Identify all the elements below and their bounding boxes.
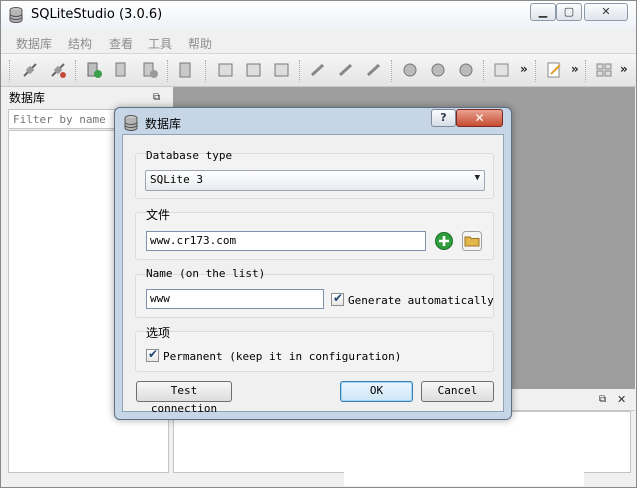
checkmark-icon: ✔ <box>148 347 159 361</box>
generate-automatically-checkbox[interactable]: ✔ <box>331 291 344 306</box>
toolbar-overflow-button[interactable]: » <box>620 62 628 76</box>
menu-structure[interactable]: 结构 <box>68 35 92 52</box>
tile-windows-icon[interactable] <box>595 61 613 79</box>
remove-db-icon[interactable] <box>141 61 159 79</box>
toolbar-separator <box>535 60 537 82</box>
database-type-label: Database type <box>146 149 233 162</box>
databases-dock-title: 数据库 <box>9 91 46 105</box>
edit-trigger-icon[interactable] <box>429 61 447 79</box>
toolbar-overflow-button[interactable]: » <box>571 62 579 76</box>
blank-overlay <box>344 426 584 486</box>
edit-db-icon[interactable] <box>113 61 131 79</box>
toolbar-separator <box>585 60 587 82</box>
permanent-checkbox[interactable]: ✔ <box>146 347 159 362</box>
add-db-icon[interactable] <box>85 61 103 79</box>
toolbar-separator <box>9 60 11 82</box>
disconnect-db-icon[interactable] <box>49 61 67 79</box>
dialog-title: 数据库 <box>145 117 182 131</box>
dialog-database-icon <box>124 115 138 131</box>
menu-database[interactable]: 数据库 <box>16 35 52 52</box>
toolbar-overflow-button[interactable]: » <box>520 62 528 76</box>
add-index-icon[interactable] <box>309 61 327 79</box>
dock-float-icon[interactable]: ⧉ <box>599 394 606 405</box>
toolbar-separator <box>75 60 77 82</box>
menu-bar: 数据库 结构 查看 工具 帮助 <box>1 31 636 53</box>
add-trigger-icon[interactable] <box>401 61 419 79</box>
cancel-button[interactable]: Cancel <box>421 381 494 402</box>
database-dialog: 数据库 ? ✕ Database type SQLite 3 ▼ 文件 www.… <box>114 107 512 420</box>
create-file-icon[interactable] <box>434 231 454 251</box>
app-database-icon <box>9 7 23 23</box>
close-window-button[interactable]: ✕ <box>584 3 628 21</box>
add-view-icon[interactable] <box>493 61 511 79</box>
window-title: SQLiteStudio (3.0.6) <box>31 7 163 22</box>
toolbar-separator <box>299 60 301 82</box>
options-label: 选项 <box>146 326 171 340</box>
dropdown-arrow-icon: ▼ <box>474 173 480 183</box>
database-type-selected: SQLite 3 <box>150 173 203 186</box>
title-bar[interactable]: SQLiteStudio (3.0.6) ▁ ▢ ✕ <box>1 1 636 29</box>
checkmark-icon: ✔ <box>333 291 344 305</box>
edit-table-icon[interactable] <box>245 61 263 79</box>
toolbar-separator <box>391 60 393 82</box>
delete-index-icon[interactable] <box>365 61 383 79</box>
name-label: Name (on the list) <box>146 267 266 280</box>
dialog-close-button[interactable]: ✕ <box>456 109 503 127</box>
file-path-input[interactable]: www.cr173.com <box>146 231 426 251</box>
test-connection-button[interactable]: Test connection <box>136 381 232 415</box>
add-table-icon[interactable] <box>217 61 235 79</box>
minimize-button[interactable]: ▁ <box>530 3 556 21</box>
delete-table-icon[interactable] <box>273 61 291 79</box>
generate-automatically-label: Generate automatically <box>348 294 494 307</box>
edit-index-icon[interactable] <box>337 61 355 79</box>
sql-editor-icon[interactable] <box>545 61 563 79</box>
toolbar-separator <box>205 60 207 82</box>
main-toolbar: » » » <box>1 53 636 87</box>
toolbar-separator <box>167 60 169 82</box>
browse-folder-icon[interactable] <box>462 231 482 251</box>
file-label: 文件 <box>146 208 171 222</box>
dock-close-icon[interactable]: ✕ <box>617 393 626 406</box>
connect-db-icon[interactable] <box>21 61 39 79</box>
maximize-button[interactable]: ▢ <box>556 3 582 21</box>
permanent-label: Permanent (keep it in configuration) <box>163 350 402 363</box>
refresh-db-icon[interactable] <box>177 61 195 79</box>
name-input[interactable]: www <box>146 289 324 309</box>
database-type-select[interactable]: SQLite 3 ▼ <box>145 170 485 191</box>
dock-float-icon[interactable]: ⧉ <box>153 92 160 103</box>
menu-tools[interactable]: 工具 <box>148 35 172 52</box>
ok-button[interactable]: OK <box>340 381 413 402</box>
delete-trigger-icon[interactable] <box>457 61 475 79</box>
menu-view[interactable]: 查看 <box>109 35 133 52</box>
dialog-body: Database type SQLite 3 ▼ 文件 www.cr173.co… <box>122 134 504 415</box>
help-button[interactable]: ? <box>431 109 456 127</box>
menu-help[interactable]: 帮助 <box>188 35 212 52</box>
toolbar-separator <box>483 60 485 82</box>
